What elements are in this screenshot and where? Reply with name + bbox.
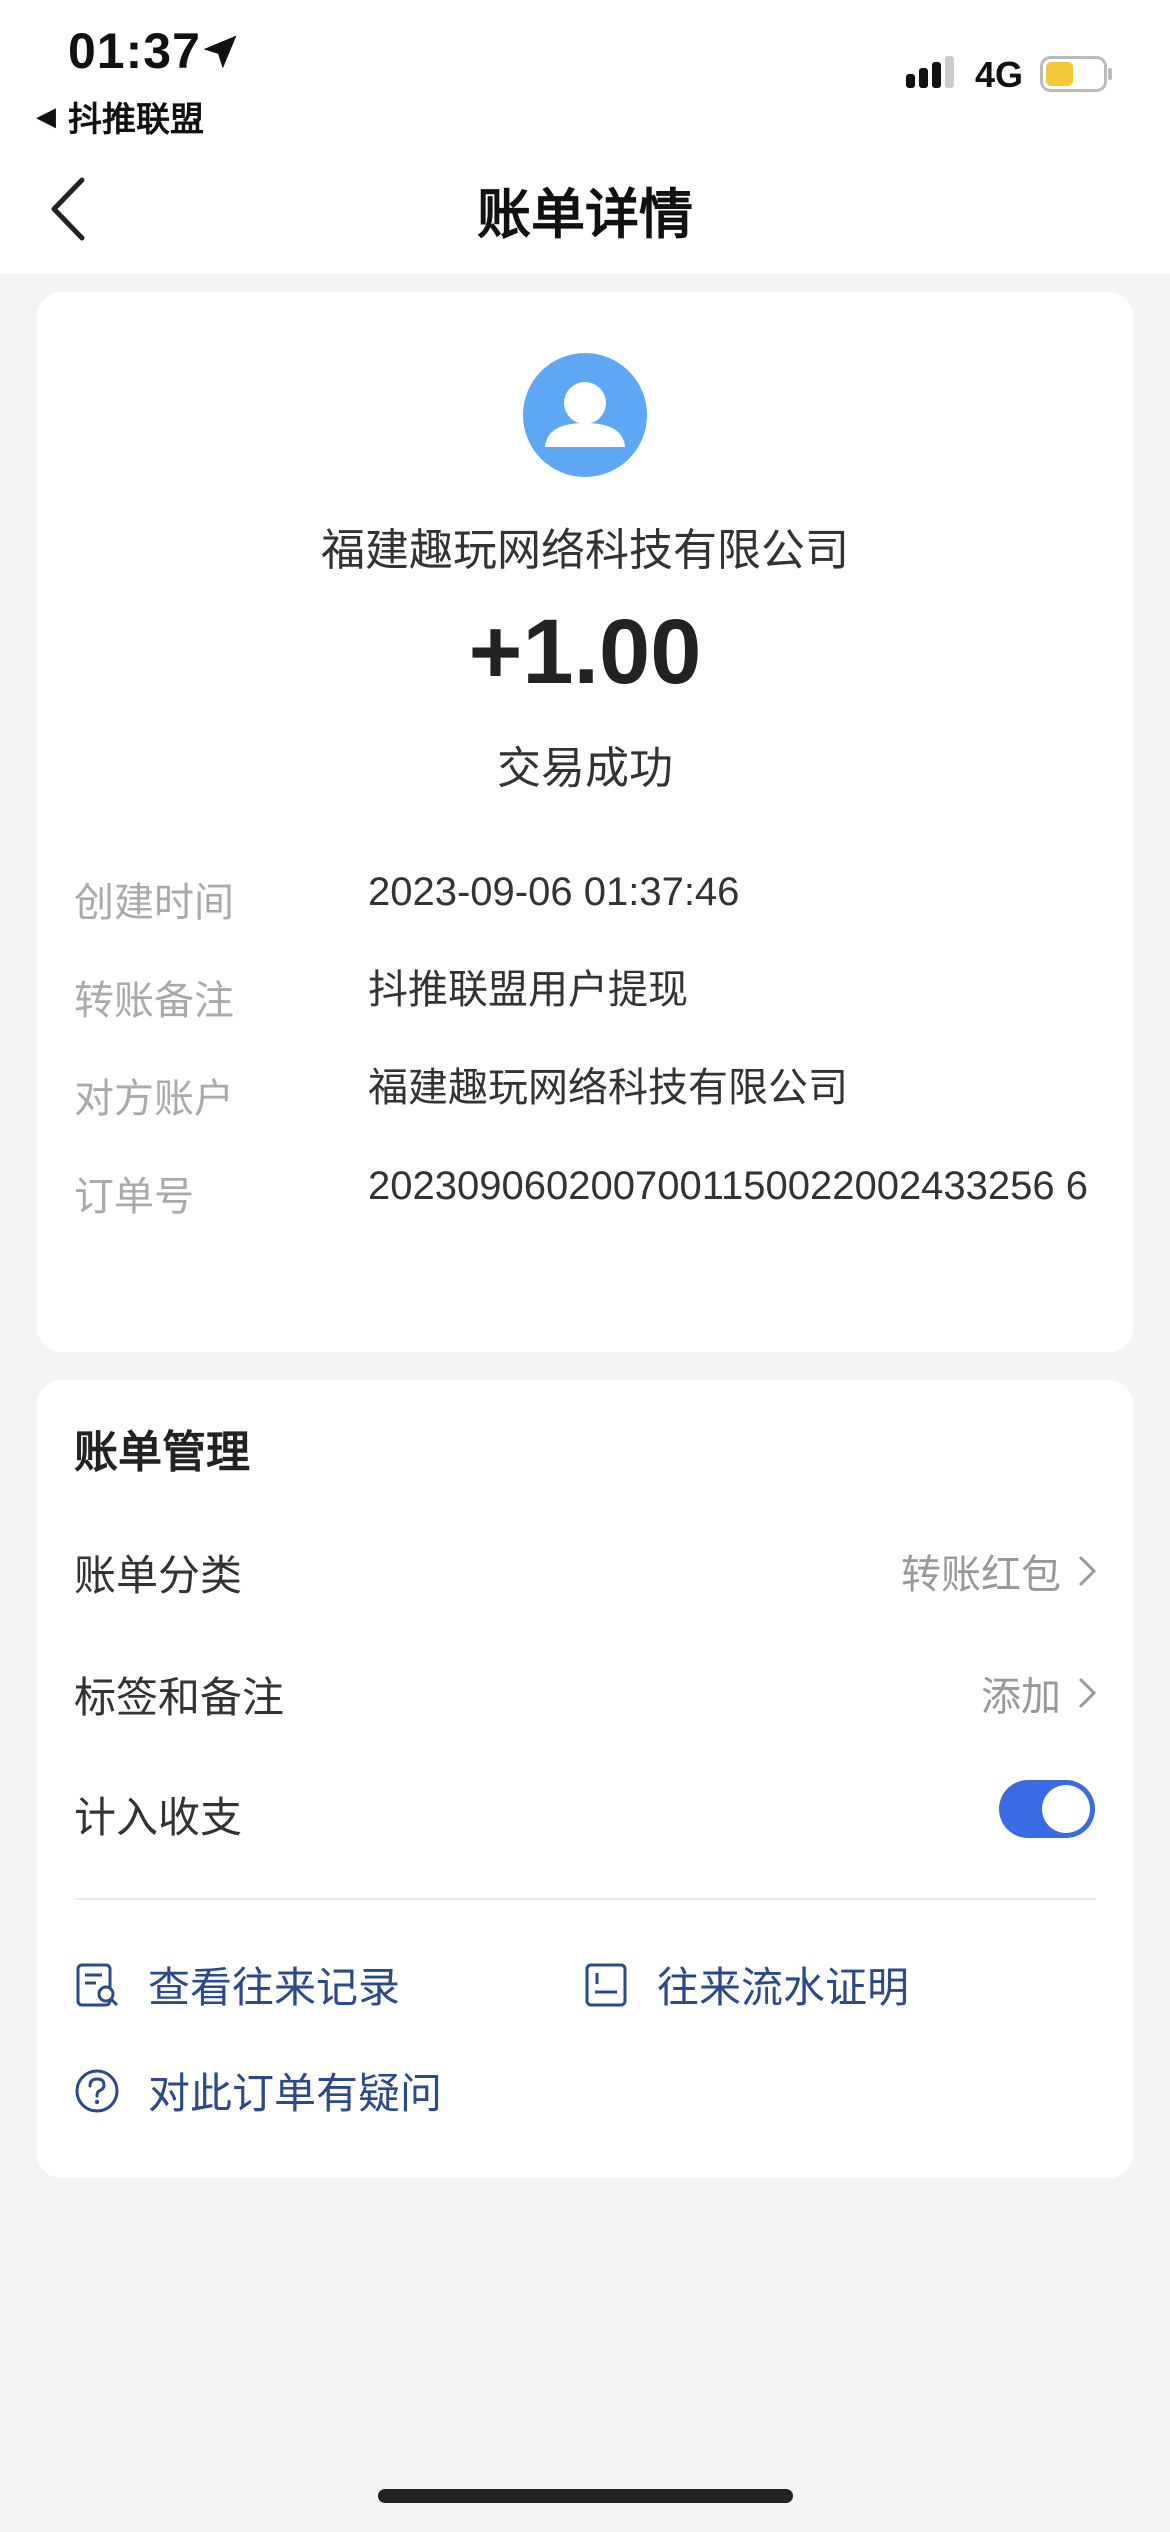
include-in-ledger-toggle[interactable] — [999, 1780, 1095, 1838]
document-icon — [585, 1963, 627, 2006]
counterparty-value: 福建趣玩网络科技有限公司 — [368, 1066, 848, 1110]
battery-icon — [1040, 56, 1112, 92]
view-records-label: 查看往来记录 — [148, 1964, 401, 2011]
divider — [74, 1898, 1096, 1900]
view-records-link[interactable]: 查看往来记录 — [74, 1954, 400, 2015]
bill-category-value: 转账红包 — [901, 1553, 1061, 1597]
section-title: 账单管理 — [74, 1428, 250, 1477]
toggle-knob — [1042, 1785, 1090, 1833]
created-time-value: 2023-09-06 01:37:46 — [368, 870, 740, 914]
flow-proof-link[interactable]: 往来流水证明 — [583, 1954, 909, 2015]
bill-category-label: 账单分类 — [74, 1552, 243, 1599]
back-to-app-link[interactable]: ◀ 抖推联盟 — [36, 92, 204, 141]
chevron-right-icon — [1078, 1555, 1097, 1587]
bill-management-card: 账单管理 账单分类 转账红包 标签和备注 添加 计入收支 查看往来记录 往来流水… — [37, 1380, 1133, 2178]
flow-proof-label: 往来流水证明 — [657, 1964, 910, 2011]
tags-notes-label: 标签和备注 — [74, 1674, 285, 1721]
user-avatar-icon — [523, 353, 647, 477]
created-time-label: 创建时间 — [74, 881, 234, 925]
transaction-amount: +1.00 — [468, 601, 702, 703]
transaction-card: 福建趣玩网络科技有限公司 +1.00 交易成功 创建时间 2023-09-06 … — [37, 292, 1133, 1352]
order-question-label: 对此订单有疑问 — [148, 2070, 443, 2117]
include-in-ledger-label: 计入收支 — [74, 1794, 243, 1841]
transfer-note-label: 转账备注 — [74, 979, 234, 1023]
order-number-label: 订单号 — [74, 1175, 194, 1219]
tags-notes-value: 添加 — [981, 1675, 1061, 1719]
order-question-link[interactable]: 对此订单有疑问 — [74, 2060, 442, 2121]
record-search-icon — [76, 1963, 119, 2006]
counterparty-label: 对方账户 — [74, 1077, 234, 1121]
transaction-status: 交易成功 — [497, 744, 673, 793]
bill-category-selector[interactable]: 转账红包 — [901, 1542, 1097, 1600]
home-indicator[interactable] — [378, 2489, 793, 2503]
top-bar-area: 01:37 ◀ 抖推联盟 4G 账单详情 — [0, 0, 1170, 274]
tags-notes-add[interactable]: 添加 — [981, 1664, 1097, 1722]
page-title: 账单详情 — [477, 185, 693, 245]
payee-name: 福建趣玩网络科技有限公司 — [321, 526, 849, 575]
location-arrow-icon — [203, 35, 237, 69]
chevron-right-icon — [1078, 1677, 1097, 1709]
transfer-note-value: 抖推联盟用户提现 — [368, 968, 688, 1012]
signal-icon — [906, 56, 954, 88]
back-triangle-icon: ◀ — [36, 101, 56, 131]
order-number-value: 2023090602007001150022002433256 6 — [368, 1164, 1089, 1208]
question-circle-icon — [75, 2069, 119, 2112]
back-app-label: 抖推联盟 — [68, 101, 204, 139]
status-time: 01:37 — [68, 23, 201, 79]
network-type: 4G — [975, 54, 1024, 95]
